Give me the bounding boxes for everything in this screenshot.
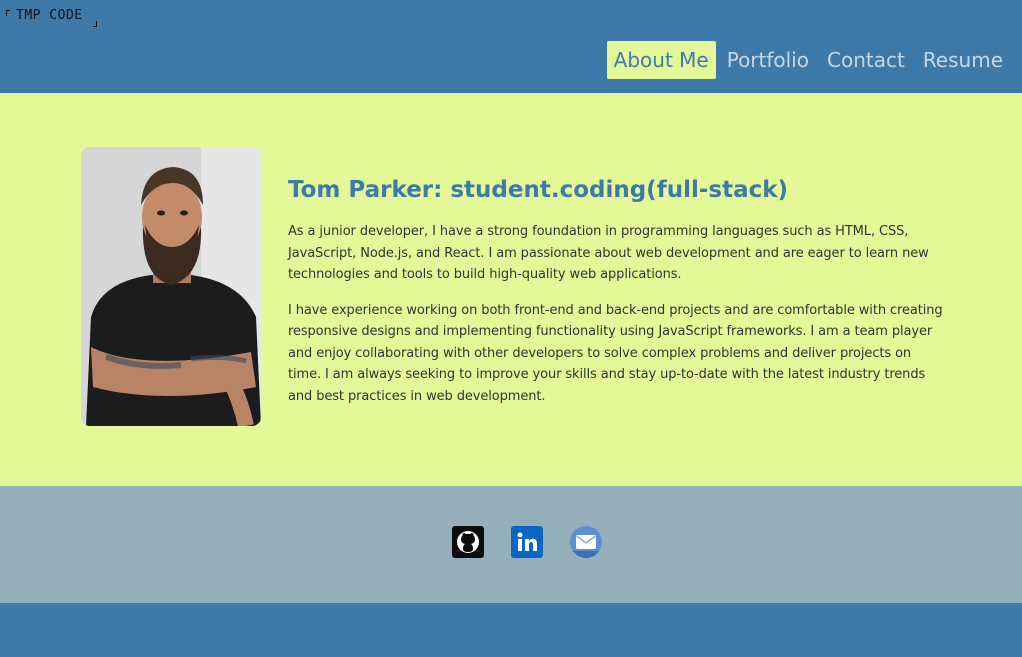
nav-portfolio[interactable]: Portfolio: [720, 41, 816, 79]
logo-corner-decoration: [6, 10, 10, 16]
nav-about-me[interactable]: About Me: [606, 41, 716, 79]
social-links: [452, 526, 602, 558]
main-nav: About Me Portfolio Contact Resume: [603, 41, 1010, 79]
nav-resume[interactable]: Resume: [916, 41, 1010, 79]
nav-contact[interactable]: Contact: [820, 41, 912, 79]
bottom-band: [0, 603, 1022, 657]
email-icon[interactable]: [570, 526, 602, 558]
site-logo[interactable]: TMP CODE: [6, 8, 97, 27]
logo-text: TMP CODE: [16, 8, 83, 23]
about-paragraph: I have experience working on both front-…: [288, 302, 943, 404]
about-content: Tom Parker: student.coding(full-stack) A…: [288, 177, 948, 421]
linkedin-icon[interactable]: [511, 526, 543, 558]
profile-photo: [81, 147, 261, 426]
about-paragraph: As a junior developer, I have a strong f…: [288, 224, 929, 282]
site-footer: [0, 486, 1022, 603]
about-title: Tom Parker: student.coding(full-stack): [288, 177, 789, 203]
github-icon[interactable]: [452, 526, 484, 558]
site-header: TMP CODE About Me Portfolio Contact Resu…: [0, 0, 1022, 93]
logo-corner-decoration: [92, 21, 97, 27]
about-section: Tom Parker: student.coding(full-stack) A…: [0, 93, 1022, 486]
